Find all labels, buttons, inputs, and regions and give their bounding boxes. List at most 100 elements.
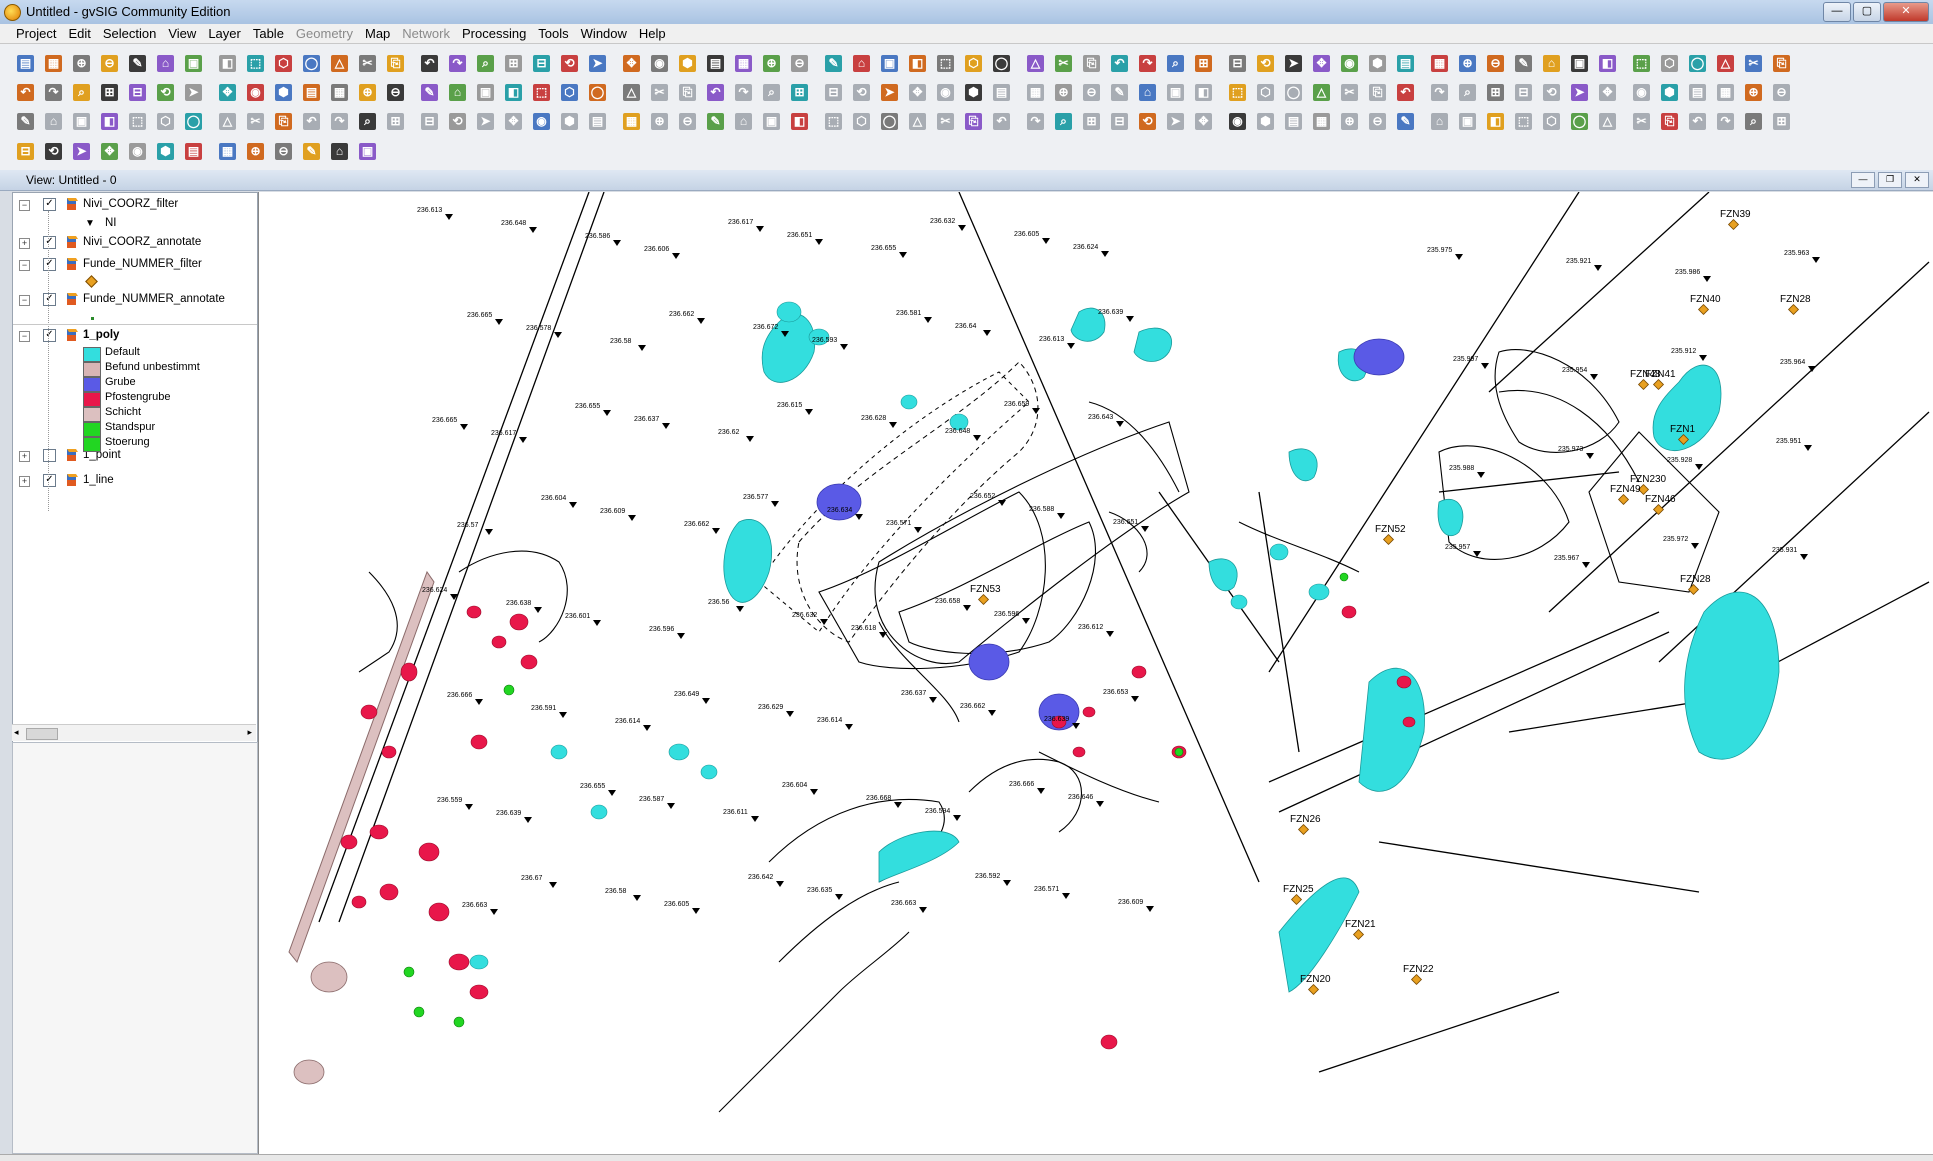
tool-3-11-icon[interactable]: ↶ — [300, 110, 323, 133]
tool-2-62-icon[interactable]: ⊖ — [1770, 81, 1793, 104]
tool-3-58-icon[interactable]: ⎘ — [1658, 110, 1681, 133]
tool-2-37-icon[interactable]: ⊕ — [1052, 81, 1075, 104]
tool-1-53-icon[interactable]: ✎ — [1512, 52, 1535, 75]
menu-view[interactable]: View — [162, 24, 202, 43]
tool-1-2-icon[interactable]: ▦ — [42, 52, 65, 75]
tool-1-20-icon[interactable]: ⟲ — [558, 52, 581, 75]
tool-2-10-icon[interactable]: ⬢ — [272, 81, 295, 104]
tool-1-9-icon[interactable]: ⬚ — [244, 52, 267, 75]
tool-1-34-icon[interactable]: ⬡ — [962, 52, 985, 75]
tool-1-56-icon[interactable]: ◧ — [1596, 52, 1619, 75]
tool-4-2-icon[interactable]: ⟲ — [42, 140, 65, 163]
menu-project[interactable]: Project — [10, 24, 62, 43]
tool-3-18-icon[interactable]: ✥ — [502, 110, 525, 133]
tool-3-60-icon[interactable]: ↷ — [1714, 110, 1737, 133]
tool-2-5-icon[interactable]: ⊟ — [126, 81, 149, 104]
tool-2-7-icon[interactable]: ➤ — [182, 81, 205, 104]
tool-2-42-icon[interactable]: ◧ — [1192, 81, 1215, 104]
tool-3-9-icon[interactable]: ✂ — [244, 110, 267, 133]
tool-1-38-icon[interactable]: ⎘ — [1080, 52, 1103, 75]
tool-3-61-icon[interactable]: ⌕ — [1742, 110, 1765, 133]
tool-1-16-icon[interactable]: ↷ — [446, 52, 469, 75]
tool-1-60-icon[interactable]: △ — [1714, 52, 1737, 75]
tool-3-49-icon[interactable]: ✎ — [1394, 110, 1417, 133]
tool-3-26-icon[interactable]: ⌂ — [732, 110, 755, 133]
tool-1-13-icon[interactable]: ✂ — [356, 52, 379, 75]
tool-2-14-icon[interactable]: ⊖ — [384, 81, 407, 104]
tool-3-25-icon[interactable]: ✎ — [704, 110, 727, 133]
tool-3-8-icon[interactable]: △ — [216, 110, 239, 133]
tool-2-22-icon[interactable]: △ — [620, 81, 643, 104]
tool-2-49-icon[interactable]: ↶ — [1394, 81, 1417, 104]
tool-3-7-icon[interactable]: ◯ — [182, 110, 205, 133]
tool-3-40-icon[interactable]: ⟲ — [1136, 110, 1159, 133]
menu-processing[interactable]: Processing — [456, 24, 532, 43]
tool-1-5-icon[interactable]: ✎ — [126, 52, 149, 75]
tool-2-17-icon[interactable]: ▣ — [474, 81, 497, 104]
layer-visibility-checkbox[interactable]: ✓ — [43, 293, 56, 306]
tool-2-38-icon[interactable]: ⊖ — [1080, 81, 1103, 104]
tool-2-8-icon[interactable]: ✥ — [216, 81, 239, 104]
tool-4-11-icon[interactable]: ✎ — [300, 140, 323, 163]
tool-3-28-icon[interactable]: ◧ — [788, 110, 811, 133]
toc-layer-1-poly[interactable]: − ✓ 1_poly — [13, 327, 257, 345]
tool-3-32-icon[interactable]: △ — [906, 110, 929, 133]
tool-3-46-icon[interactable]: ▦ — [1310, 110, 1333, 133]
tree-expand-icon[interactable]: − — [19, 260, 30, 271]
layer-visibility-checkbox[interactable]: ✓ — [43, 474, 56, 487]
tool-2-46-icon[interactable]: △ — [1310, 81, 1333, 104]
tool-3-33-icon[interactable]: ✂ — [934, 110, 957, 133]
tool-1-27-icon[interactable]: ⊕ — [760, 52, 783, 75]
menu-tools[interactable]: Tools — [532, 24, 574, 43]
scroll-thumb[interactable] — [26, 728, 58, 740]
tool-2-16-icon[interactable]: ⌂ — [446, 81, 469, 104]
tool-2-56-icon[interactable]: ✥ — [1596, 81, 1619, 104]
tool-1-1-icon[interactable]: ▤ — [14, 52, 37, 75]
tool-2-21-icon[interactable]: ◯ — [586, 81, 609, 104]
tool-2-45-icon[interactable]: ◯ — [1282, 81, 1305, 104]
tool-1-4-icon[interactable]: ⊖ — [98, 52, 121, 75]
tool-1-52-icon[interactable]: ⊖ — [1484, 52, 1507, 75]
tool-1-50-icon[interactable]: ▦ — [1428, 52, 1451, 75]
map-canvas[interactable]: 236.613 236.648 236.586 236.606 236.617 236.6… — [258, 192, 1933, 1154]
tool-3-1-icon[interactable]: ✎ — [14, 110, 37, 133]
tool-3-17-icon[interactable]: ➤ — [474, 110, 497, 133]
tool-1-44-icon[interactable]: ⟲ — [1254, 52, 1277, 75]
tool-3-57-icon[interactable]: ✂ — [1630, 110, 1653, 133]
tool-3-10-icon[interactable]: ⎘ — [272, 110, 295, 133]
tool-2-33-icon[interactable]: ◉ — [934, 81, 957, 104]
tool-1-15-icon[interactable]: ↶ — [418, 52, 441, 75]
tool-3-27-icon[interactable]: ▣ — [760, 110, 783, 133]
tool-4-1-icon[interactable]: ⊟ — [14, 140, 37, 163]
tool-3-55-icon[interactable]: ◯ — [1568, 110, 1591, 133]
tool-3-29-icon[interactable]: ⬚ — [822, 110, 845, 133]
tool-4-10-icon[interactable]: ⊖ — [272, 140, 295, 163]
tool-2-6-icon[interactable]: ⟲ — [154, 81, 177, 104]
tool-1-14-icon[interactable]: ⎘ — [384, 52, 407, 75]
tool-2-50-icon[interactable]: ↷ — [1428, 81, 1451, 104]
menu-edit[interactable]: Edit — [62, 24, 96, 43]
scroll-right-icon[interactable]: ▸ — [247, 727, 252, 738]
tool-1-33-icon[interactable]: ⬚ — [934, 52, 957, 75]
tool-2-54-icon[interactable]: ⟲ — [1540, 81, 1563, 104]
tool-4-5-icon[interactable]: ◉ — [126, 140, 149, 163]
layer-visibility-checkbox[interactable]: ✓ — [43, 236, 56, 249]
tool-1-39-icon[interactable]: ↶ — [1108, 52, 1131, 75]
tool-1-29-icon[interactable]: ✎ — [822, 52, 845, 75]
tool-1-45-icon[interactable]: ➤ — [1282, 52, 1305, 75]
tool-1-42-icon[interactable]: ⊞ — [1192, 52, 1215, 75]
tool-3-37-icon[interactable]: ⌕ — [1052, 110, 1075, 133]
tree-expand-icon[interactable]: − — [19, 295, 30, 306]
menu-help[interactable]: Help — [633, 24, 672, 43]
tool-3-53-icon[interactable]: ⬚ — [1512, 110, 1535, 133]
tool-1-37-icon[interactable]: ✂ — [1052, 52, 1075, 75]
tool-1-55-icon[interactable]: ▣ — [1568, 52, 1591, 75]
tool-1-61-icon[interactable]: ✂ — [1742, 52, 1765, 75]
view-restore-button[interactable]: ❐ — [1878, 172, 1902, 188]
tool-4-9-icon[interactable]: ⊕ — [244, 140, 267, 163]
maximize-button[interactable]: ▢ — [1853, 2, 1881, 22]
tool-2-27-icon[interactable]: ⌕ — [760, 81, 783, 104]
tool-1-24-icon[interactable]: ⬢ — [676, 52, 699, 75]
tool-2-9-icon[interactable]: ◉ — [244, 81, 267, 104]
tool-1-8-icon[interactable]: ◧ — [216, 52, 239, 75]
